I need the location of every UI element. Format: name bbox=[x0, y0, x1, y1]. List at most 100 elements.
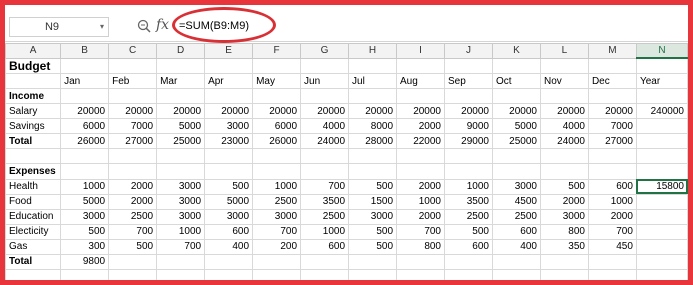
value-cell[interactable]: 3000 bbox=[156, 208, 206, 225]
value-cell[interactable]: 700 bbox=[156, 238, 206, 255]
value-cell[interactable]: 700 bbox=[396, 223, 445, 240]
column-header-i[interactable]: I bbox=[396, 43, 445, 59]
month-header[interactable]: Apr bbox=[204, 73, 254, 90]
empty-cell[interactable] bbox=[108, 268, 158, 285]
value-cell[interactable]: 3500 bbox=[300, 193, 350, 210]
value-cell[interactable]: 3000 bbox=[60, 208, 110, 225]
empty-cell[interactable] bbox=[396, 163, 445, 180]
empty-cell[interactable] bbox=[444, 88, 493, 105]
value-cell[interactable]: 1000 bbox=[587, 193, 637, 210]
empty-cell[interactable] bbox=[108, 57, 158, 75]
value-cell[interactable]: 20000 bbox=[60, 103, 110, 120]
empty-cell[interactable] bbox=[539, 268, 589, 285]
empty-cell[interactable] bbox=[396, 57, 445, 75]
empty-cell[interactable] bbox=[300, 163, 350, 180]
value-cell[interactable]: 3000 bbox=[491, 178, 541, 195]
value-cell[interactable]: 1000 bbox=[156, 223, 206, 240]
value-cell[interactable] bbox=[635, 238, 689, 255]
empty-cell[interactable] bbox=[252, 88, 302, 105]
empty-cell[interactable] bbox=[156, 88, 206, 105]
empty-cell[interactable] bbox=[396, 268, 445, 285]
value-cell[interactable]: 500 bbox=[348, 223, 398, 240]
empty-cell[interactable] bbox=[4, 268, 62, 285]
value-cell[interactable]: 6000 bbox=[60, 118, 110, 135]
empty-cell[interactable] bbox=[300, 148, 350, 165]
empty-cell[interactable] bbox=[444, 268, 493, 285]
value-cell[interactable] bbox=[300, 253, 350, 270]
empty-cell[interactable] bbox=[60, 88, 110, 105]
empty-cell[interactable] bbox=[539, 163, 589, 180]
value-cell[interactable]: 28000 bbox=[348, 133, 398, 150]
empty-cell[interactable] bbox=[252, 148, 302, 165]
value-cell[interactable] bbox=[539, 253, 589, 270]
section-label-income[interactable]: Income bbox=[4, 88, 62, 105]
value-cell[interactable]: 9800 bbox=[60, 253, 110, 270]
empty-cell[interactable] bbox=[156, 268, 206, 285]
empty-cell[interactable] bbox=[252, 268, 302, 285]
value-cell[interactable] bbox=[587, 253, 637, 270]
value-cell[interactable]: 20000 bbox=[396, 103, 445, 120]
value-cell[interactable]: 1000 bbox=[396, 193, 445, 210]
value-cell[interactable]: 400 bbox=[204, 238, 254, 255]
value-cell[interactable]: 600 bbox=[491, 223, 541, 240]
value-cell[interactable]: 5000 bbox=[60, 193, 110, 210]
value-cell[interactable]: 7000 bbox=[587, 118, 637, 135]
value-cell[interactable] bbox=[635, 253, 689, 270]
value-cell[interactable]: 3000 bbox=[204, 208, 254, 225]
value-cell[interactable]: 3500 bbox=[444, 193, 493, 210]
empty-cell[interactable] bbox=[348, 148, 398, 165]
value-cell[interactable]: 450 bbox=[587, 238, 637, 255]
value-cell[interactable]: 2500 bbox=[108, 208, 158, 225]
value-cell[interactable]: 800 bbox=[539, 223, 589, 240]
empty-cell[interactable] bbox=[60, 163, 110, 180]
value-cell[interactable] bbox=[156, 253, 206, 270]
column-header-b[interactable]: B bbox=[60, 43, 110, 59]
value-cell[interactable]: 500 bbox=[348, 238, 398, 255]
row-label[interactable]: Savings bbox=[4, 118, 62, 135]
value-cell[interactable] bbox=[491, 253, 541, 270]
empty-cell[interactable] bbox=[396, 88, 445, 105]
value-cell[interactable] bbox=[635, 118, 689, 135]
empty-cell[interactable] bbox=[635, 57, 689, 75]
empty-cell[interactable] bbox=[587, 268, 637, 285]
empty-cell[interactable] bbox=[60, 148, 110, 165]
value-cell[interactable]: 5000 bbox=[156, 118, 206, 135]
value-cell[interactable]: 500 bbox=[444, 223, 493, 240]
value-cell[interactable]: 20000 bbox=[587, 103, 637, 120]
month-header[interactable]: Nov bbox=[539, 73, 589, 90]
value-cell[interactable]: 3000 bbox=[156, 178, 206, 195]
month-header[interactable]: Jan bbox=[60, 73, 110, 90]
value-cell[interactable]: 200 bbox=[252, 238, 302, 255]
value-cell[interactable]: 2000 bbox=[396, 118, 445, 135]
value-cell[interactable]: 800 bbox=[396, 238, 445, 255]
value-cell[interactable]: 8000 bbox=[348, 118, 398, 135]
month-header[interactable]: Jul bbox=[348, 73, 398, 90]
value-cell[interactable]: 25000 bbox=[156, 133, 206, 150]
value-cell[interactable]: 600 bbox=[587, 178, 637, 195]
month-header[interactable]: Year bbox=[635, 73, 689, 90]
empty-cell[interactable] bbox=[348, 163, 398, 180]
empty-cell[interactable] bbox=[156, 163, 206, 180]
value-cell[interactable]: 7000 bbox=[108, 118, 158, 135]
function-icon[interactable]: fx bbox=[156, 17, 169, 33]
value-cell[interactable]: 2000 bbox=[396, 178, 445, 195]
value-cell[interactable]: 26000 bbox=[252, 133, 302, 150]
value-cell[interactable]: 2500 bbox=[252, 193, 302, 210]
empty-cell[interactable] bbox=[635, 163, 689, 180]
value-cell[interactable]: 4500 bbox=[491, 193, 541, 210]
empty-cell[interactable] bbox=[252, 163, 302, 180]
value-cell[interactable]: 3000 bbox=[539, 208, 589, 225]
value-cell[interactable]: 3000 bbox=[252, 208, 302, 225]
value-cell[interactable]: 27000 bbox=[587, 133, 637, 150]
month-header[interactable]: Oct bbox=[491, 73, 541, 90]
empty-cell[interactable] bbox=[348, 88, 398, 105]
value-cell[interactable]: 20000 bbox=[156, 103, 206, 120]
value-cell[interactable] bbox=[444, 253, 493, 270]
empty-cell[interactable] bbox=[204, 163, 254, 180]
empty-cell[interactable] bbox=[348, 268, 398, 285]
empty-cell[interactable] bbox=[539, 148, 589, 165]
value-cell[interactable]: 350 bbox=[539, 238, 589, 255]
value-cell[interactable]: 3000 bbox=[348, 208, 398, 225]
value-cell[interactable]: 24000 bbox=[300, 133, 350, 150]
value-cell[interactable] bbox=[396, 253, 445, 270]
